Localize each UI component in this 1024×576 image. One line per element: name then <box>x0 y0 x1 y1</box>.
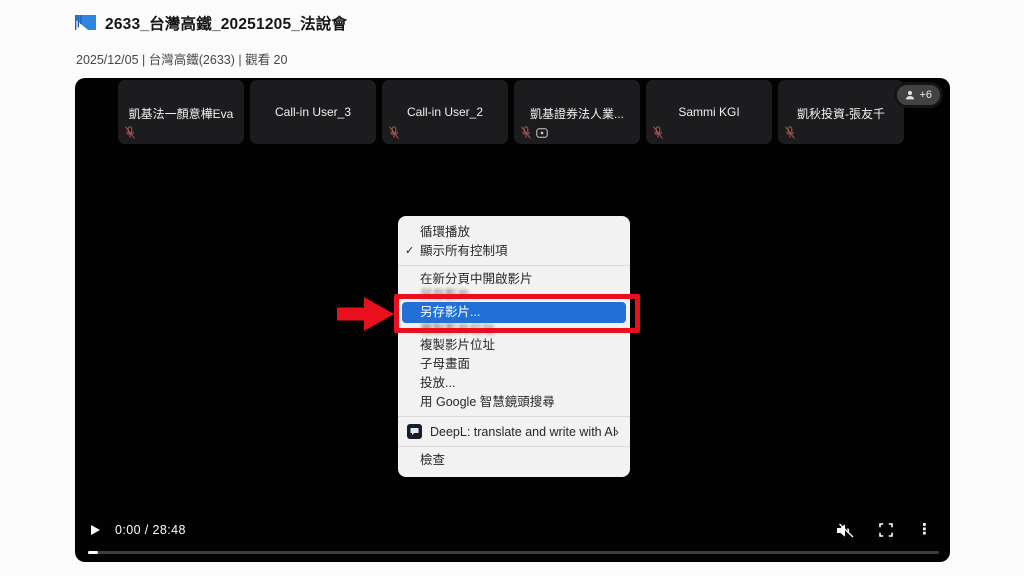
deepl-icon <box>407 424 422 439</box>
participant-tile: Sammi KGI <box>646 80 772 144</box>
menu-item-search-with-google-lens[interactable]: 用 Google 智慧鏡頭搜尋 <box>398 393 630 412</box>
muted-mic-icon <box>389 126 399 139</box>
menu-item-inspect[interactable]: 檢查 <box>398 451 630 470</box>
brand-logo-icon <box>75 15 96 31</box>
muted-mic-icon <box>521 126 531 139</box>
more-options-icon[interactable]: ⋮ <box>917 520 932 540</box>
video-meta: 2025/12/05 | 台灣高鐵(2633) | 觀看 20 <box>76 49 287 68</box>
player-controls-left: 0:00 / 28:48 <box>91 522 186 538</box>
submenu-chevron-icon: › <box>615 421 619 442</box>
muted-mic-icon <box>653 126 663 139</box>
participant-name: Sammi KGI <box>646 105 772 119</box>
playback-time: 0:00 / 28:48 <box>115 523 186 537</box>
page-title: 2633_台灣高鐵_20251205_法說會 <box>105 12 347 34</box>
fullscreen-icon[interactable] <box>879 523 893 537</box>
muted-mic-icon <box>785 126 795 139</box>
play-icon[interactable] <box>91 525 100 535</box>
participant-tile: 凱秋投資-張友千 <box>778 80 904 144</box>
participant-name: 凱基證券法人業... <box>514 105 640 122</box>
participant-name: Call-in User_2 <box>382 105 508 119</box>
menu-separator <box>398 446 630 447</box>
menu-item-cast[interactable]: 投放... <box>398 374 630 393</box>
annotation-highlight-box <box>394 294 640 333</box>
progress-played <box>88 551 98 554</box>
menu-item-loop[interactable]: 循環播放 <box>398 223 630 242</box>
participant-tile: 凱基法一顏意樺Eva <box>118 80 244 144</box>
menu-separator <box>398 416 630 417</box>
player-controls-right: ⋮ <box>836 520 932 540</box>
more-participants-count: +6 <box>919 89 932 101</box>
participant-tile: Call-in User_3 <box>250 80 376 144</box>
menu-item-copy-video-address[interactable]: 複製影片位址 <box>398 336 630 355</box>
checkmark-icon: ✓ <box>405 242 414 261</box>
participant-strip: 凱基法一顏意樺Eva Call-in User_3 Call-in User_2… <box>118 80 904 144</box>
participant-name: Call-in User_3 <box>250 105 376 119</box>
menu-item-picture-in-picture[interactable]: 子母畫面 <box>398 355 630 374</box>
participant-name: 凱秋投資-張友千 <box>778 105 904 122</box>
menu-item-open-in-new-tab[interactable]: 在新分頁中開啟影片 <box>398 270 630 289</box>
participant-name: 凱基法一顏意樺Eva <box>118 105 244 122</box>
participant-tile: Call-in User_2 <box>382 80 508 144</box>
menu-item-show-controls[interactable]: ✓ 顯示所有控制項 <box>398 242 630 261</box>
annotation-arrow-icon <box>337 296 397 332</box>
menu-item-deepl[interactable]: DeepL: translate and write with AI › <box>398 421 630 442</box>
progress-bar[interactable] <box>88 551 939 554</box>
more-participants-badge[interactable]: +6 <box>894 82 943 108</box>
menu-separator <box>398 265 630 266</box>
muted-mic-icon <box>125 126 135 139</box>
muted-volume-icon[interactable] <box>836 523 855 538</box>
screen-share-icon <box>536 128 548 138</box>
participant-tile: 凱基證券法人業... <box>514 80 640 144</box>
person-icon <box>905 90 915 100</box>
context-menu: 循環播放 ✓ 顯示所有控制項 在新分頁中開啟影片 另存影片... 另存影片...… <box>398 216 630 477</box>
page-header: 2633_台灣高鐵_20251205_法說會 <box>75 12 347 34</box>
